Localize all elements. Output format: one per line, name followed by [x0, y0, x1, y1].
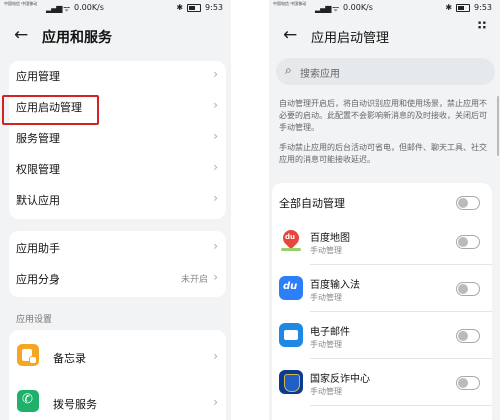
search-icon: ⌕ — [285, 63, 292, 77]
menu-item-permissions[interactable]: 权限管理 › — [9, 154, 226, 185]
app-row[interactable]: 电子邮件 手动管理 — [272, 313, 492, 359]
scrollbar[interactable] — [497, 96, 499, 156]
menu-item-default-apps[interactable]: 默认应用 › — [9, 185, 226, 216]
memo-icon — [17, 344, 39, 366]
page-title: 应用和服务 — [42, 30, 112, 46]
app-mode: 手动管理 — [310, 340, 342, 349]
app-launch-screen: 中国电信 中国移动 ▂▄▆ ᯤ 0.00K/s ✱ 9:53 ← 应用启动管理 … — [269, 0, 500, 420]
back-arrow-icon[interactable]: ← — [14, 25, 28, 45]
all-auto-toggle[interactable] — [456, 196, 480, 210]
anti-fraud-icon — [279, 370, 303, 394]
app-name: 百度地图 — [310, 233, 350, 244]
all-auto-manage-label: 全部自动管理 — [279, 197, 345, 210]
page-title: 应用启动管理 — [311, 31, 390, 46]
app-name: 百度输入法 — [310, 280, 360, 291]
app-settings-dialer[interactable]: ✆ 拨号服务 › — [9, 384, 226, 420]
chevron-right-icon: › — [213, 395, 218, 409]
network-speed: 0.00K/s — [74, 3, 104, 12]
app-toggle[interactable] — [456, 376, 480, 390]
app-settings-card: 备忘录 › ✆ 拨号服务 › — [9, 330, 226, 420]
search-placeholder: 搜索应用 — [300, 69, 340, 80]
app-name: 国家反诈中心 — [310, 374, 370, 385]
menu-item-label: 默认应用 — [16, 194, 60, 207]
battery-icon — [456, 3, 471, 12]
app-toggle[interactable] — [456, 329, 480, 343]
manual-manage-note: 手动禁止应用的后台活动可省电，但邮件、聊天工具、社交应用的消息可能接收延迟。 — [279, 143, 487, 164]
menu-item-app-management[interactable]: 应用管理 › — [9, 61, 226, 92]
chevron-right-icon: › — [213, 349, 218, 363]
chevron-right-icon: › — [213, 160, 218, 174]
menu-card-main: 应用管理 › 应用启动管理 › 服务管理 › 权限管理 › 默认应用 › — [9, 61, 226, 219]
app-row[interactable]: du 百度输入法 手动管理 — [272, 266, 492, 312]
phone-icon: ✆ — [17, 390, 39, 412]
menu-item-app-twin[interactable]: 应用分身 未开启 › — [9, 264, 226, 295]
network-speed: 0.00K/s — [343, 3, 373, 12]
menu-item-label: 应用助手 — [16, 242, 60, 255]
chevron-right-icon: › — [213, 270, 218, 284]
baidu-input-icon: du — [279, 276, 303, 300]
all-auto-manage-row[interactable]: 全部自动管理 — [272, 187, 492, 217]
app-list-card: 全部自动管理 du 百度地图 手动管理 du 百度输入法 手动管理 电子邮件 手… — [272, 183, 492, 420]
highlight-box — [2, 95, 99, 125]
carrier-text: 中国电信 中国移动 — [4, 1, 38, 6]
header: ← 应用和服务 — [0, 22, 231, 50]
menu-item-label: 权限管理 — [16, 163, 60, 176]
app-row[interactable]: du 百度地图 手动管理 — [272, 219, 492, 265]
menu-item-label: 应用分身 — [16, 273, 60, 286]
app-row[interactable]: 国家反诈中心 手动管理 — [272, 360, 492, 406]
signal-icon: ▂▄▆ ᯤ — [46, 4, 70, 13]
menu-item-app-assistant[interactable]: 应用助手 › — [9, 233, 226, 264]
status-bar: 中国电信 中国移动 ▂▄▆ ᯤ 0.00K/s ✱ 9:53 — [0, 0, 231, 16]
header: ← 应用启动管理 ⠛ — [269, 21, 500, 50]
app-mode: 手动管理 — [310, 387, 342, 396]
clock: 9:53 — [474, 3, 492, 12]
section-label: 应用设置 — [16, 315, 53, 325]
search-bar[interactable]: ⌕ 搜索应用 — [276, 58, 495, 85]
app-label: 备忘录 — [53, 352, 86, 365]
status-bar: 中国电信 中国移动 ▂▄▆ ᯤ 0.00K/s ✱ 9:53 — [269, 0, 500, 16]
menu-item-label: 应用管理 — [16, 70, 60, 83]
chevron-right-icon: › — [213, 98, 218, 112]
chevron-right-icon: › — [213, 239, 218, 253]
menu-card-assist: 应用助手 › 应用分身 未开启 › — [9, 231, 226, 297]
email-icon — [279, 323, 303, 347]
chevron-right-icon: › — [213, 191, 218, 205]
app-toggle[interactable] — [456, 235, 480, 249]
app-label: 拨号服务 — [53, 398, 97, 411]
auto-manage-description: 自动管理开启后，将自动识别应用和使用场景，禁止应用不必要的启动。此配置不会影响新… — [279, 99, 487, 132]
app-services-screen: 中国电信 中国移动 ▂▄▆ ᯤ 0.00K/s ✱ 9:53 ← 应用和服务 应… — [0, 0, 231, 420]
bluetooth-icon: ✱ — [445, 3, 453, 12]
carrier-text: 中国电信 中国移动 — [273, 1, 307, 6]
app-toggle[interactable] — [456, 282, 480, 296]
menu-item-service-management[interactable]: 服务管理 › — [9, 123, 226, 154]
signal-icon: ▂▄▆ ᯤ — [315, 4, 339, 13]
chevron-right-icon: › — [213, 129, 218, 143]
app-name: 电子邮件 — [310, 327, 350, 338]
app-mode: 手动管理 — [310, 293, 342, 302]
battery-icon — [187, 3, 202, 12]
baidu-map-icon: du — [279, 226, 303, 253]
clock: 9:53 — [205, 3, 223, 12]
app-mode: 手动管理 — [310, 246, 342, 255]
status-value: 未开启 — [180, 275, 208, 285]
chevron-right-icon: › — [213, 67, 218, 81]
more-options-icon[interactable]: ⠛ — [476, 21, 488, 37]
menu-item-label: 服务管理 — [16, 132, 60, 145]
bluetooth-icon: ✱ — [176, 3, 184, 12]
back-arrow-icon[interactable]: ← — [283, 25, 297, 45]
app-settings-memo[interactable]: 备忘录 › — [9, 338, 226, 378]
